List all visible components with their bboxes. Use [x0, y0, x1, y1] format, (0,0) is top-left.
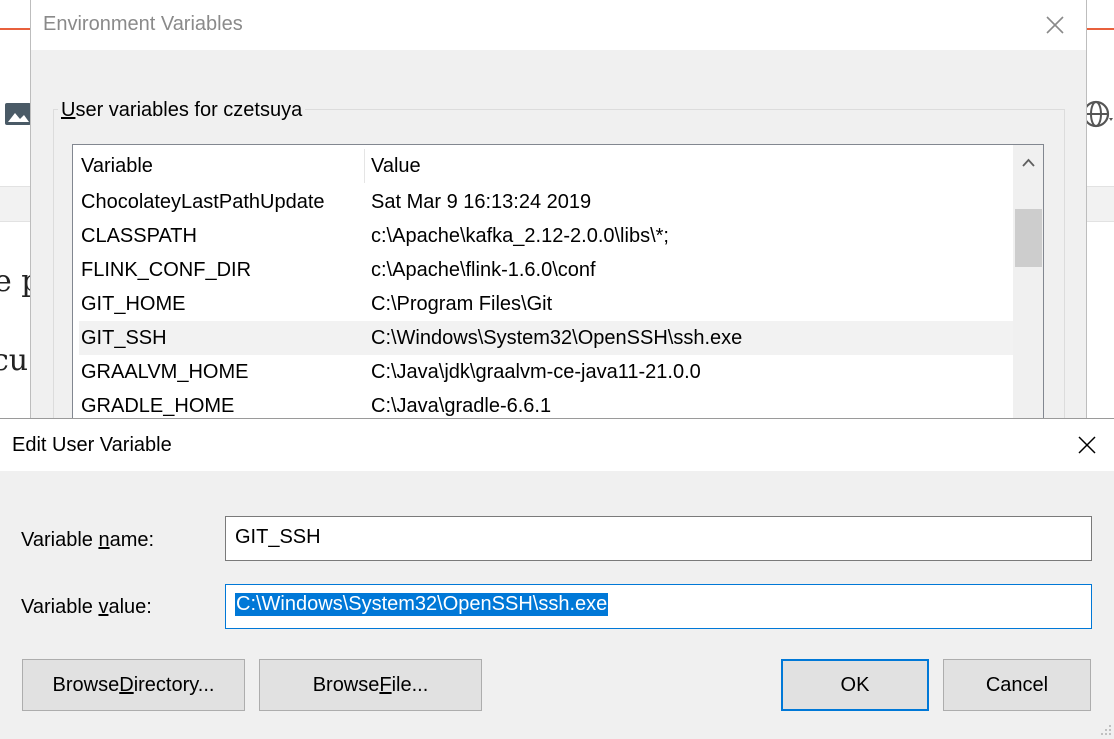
variable-name: GIT_SSH — [81, 327, 167, 349]
variable-value-input-value: C:\Windows\System32\OpenSSH\ssh.exe — [235, 593, 609, 616]
label-text: Variable — [21, 596, 99, 618]
ok-button[interactable]: OK — [781, 659, 929, 711]
variable-name: CLASSPATH — [81, 225, 197, 247]
label-text: Variable — [21, 529, 99, 551]
browse-file-button[interactable]: Browse File... — [259, 659, 482, 711]
user-variables-mnemonic: U — [61, 99, 76, 121]
variable-value: c:\Apache\flink-1.6.0\conf — [371, 259, 596, 281]
user-variables-group-label: User variables for czetsuya — [58, 99, 306, 122]
cancel-button[interactable]: Cancel — [943, 659, 1091, 711]
button-label: Browse — [312, 673, 380, 696]
close-icon[interactable] — [1044, 14, 1066, 36]
edit-user-variable-dialog: Edit User Variable Variable name: GIT_SS… — [0, 418, 1114, 739]
variable-name: GRADLE_HOME — [81, 395, 235, 417]
table-row[interactable]: GIT_HOME C:\Program Files\Git — [79, 287, 1013, 321]
close-icon[interactable] — [1076, 434, 1098, 456]
label-text: ame: — [109, 529, 155, 551]
vertical-scrollbar[interactable] — [1013, 145, 1044, 433]
table-row[interactable]: FLINK_CONF_DIR c:\Apache\flink-1.6.0\con… — [79, 253, 1013, 287]
table-row[interactable]: ChocolateyLastPathUpdate Sat Mar 9 16:13… — [79, 185, 1013, 219]
label-text: alue: — [108, 596, 152, 618]
table-row-selected[interactable]: GIT_SSH C:\Windows\System32\OpenSSH\ssh.… — [79, 321, 1013, 355]
page-toolbar-band-left — [0, 186, 30, 222]
page-accent-line-left — [0, 28, 30, 30]
variable-name: ChocolateyLastPathUpdate — [81, 191, 325, 213]
button-mnemonic: D — [119, 673, 134, 696]
label-mnemonic: v — [98, 596, 109, 618]
image-icon[interactable] — [4, 97, 32, 131]
table-row[interactable]: CLASSPATH c:\Apache\kafka_2.12-2.0.0\lib… — [79, 219, 1013, 253]
variable-name: GRAALVM_HOME — [81, 361, 249, 383]
browse-directory-button[interactable]: Browse Directory... — [22, 659, 245, 711]
label-mnemonic: n — [98, 529, 110, 551]
scrollbar-thumb[interactable] — [1015, 209, 1042, 267]
table-row[interactable]: GRAALVM_HOME C:\Java\jdk\graalvm-ce-java… — [79, 355, 1013, 389]
column-divider[interactable] — [364, 149, 365, 183]
variable-value: C:\Java\gradle-6.6.1 — [371, 395, 552, 417]
button-mnemonic: F — [379, 673, 392, 696]
variable-name-input-value: GIT_SSH — [235, 526, 321, 548]
list-header: Variable Value — [73, 145, 1013, 185]
env-dialog-title: Environment Variables — [43, 13, 243, 35]
scroll-up-arrow-icon[interactable] — [1013, 145, 1044, 179]
user-variables-list[interactable]: Variable Value ChocolateyLastPathUpdate … — [72, 144, 1044, 434]
button-label: irectory... — [133, 673, 215, 696]
page-text-fragment: cu — [0, 343, 29, 378]
variable-value-input[interactable]: C:\Windows\System32\OpenSSH\ssh.exe — [225, 584, 1092, 629]
edit-dialog-title: Edit User Variable — [12, 434, 172, 456]
edit-dialog-titlebar: Edit User Variable — [0, 419, 1114, 471]
variable-value-label: Variable value: — [21, 596, 152, 619]
column-header-value[interactable]: Value — [371, 155, 421, 178]
env-dialog-titlebar: Environment Variables — [31, 0, 1086, 50]
variable-value: Sat Mar 9 16:13:24 2019 — [371, 191, 592, 213]
button-label: ile... — [391, 673, 429, 696]
variable-name: FLINK_CONF_DIR — [81, 259, 252, 281]
variable-value: C:\Windows\System32\OpenSSH\ssh.exe — [371, 327, 743, 349]
page-accent-line-right — [1087, 28, 1114, 30]
variable-name-input[interactable]: GIT_SSH — [225, 516, 1092, 561]
page-toolbar-band-right — [1087, 186, 1114, 222]
user-variables-label-text: ser variables for czetsuya — [75, 99, 303, 121]
variable-name-label: Variable name: — [21, 529, 154, 552]
resize-grip-icon[interactable] — [1100, 724, 1112, 736]
column-header-variable[interactable]: Variable — [81, 155, 153, 178]
variable-value: c:\Apache\kafka_2.12-2.0.0\libs\*; — [371, 225, 669, 247]
variable-value: C:\Java\jdk\graalvm-ce-java11-21.0.0 — [371, 361, 701, 383]
variable-name: GIT_HOME — [81, 293, 186, 315]
environment-variables-dialog: Environment Variables User variables for… — [30, 0, 1087, 434]
variable-value: C:\Program Files\Git — [371, 293, 553, 315]
button-label: Browse — [52, 673, 120, 696]
